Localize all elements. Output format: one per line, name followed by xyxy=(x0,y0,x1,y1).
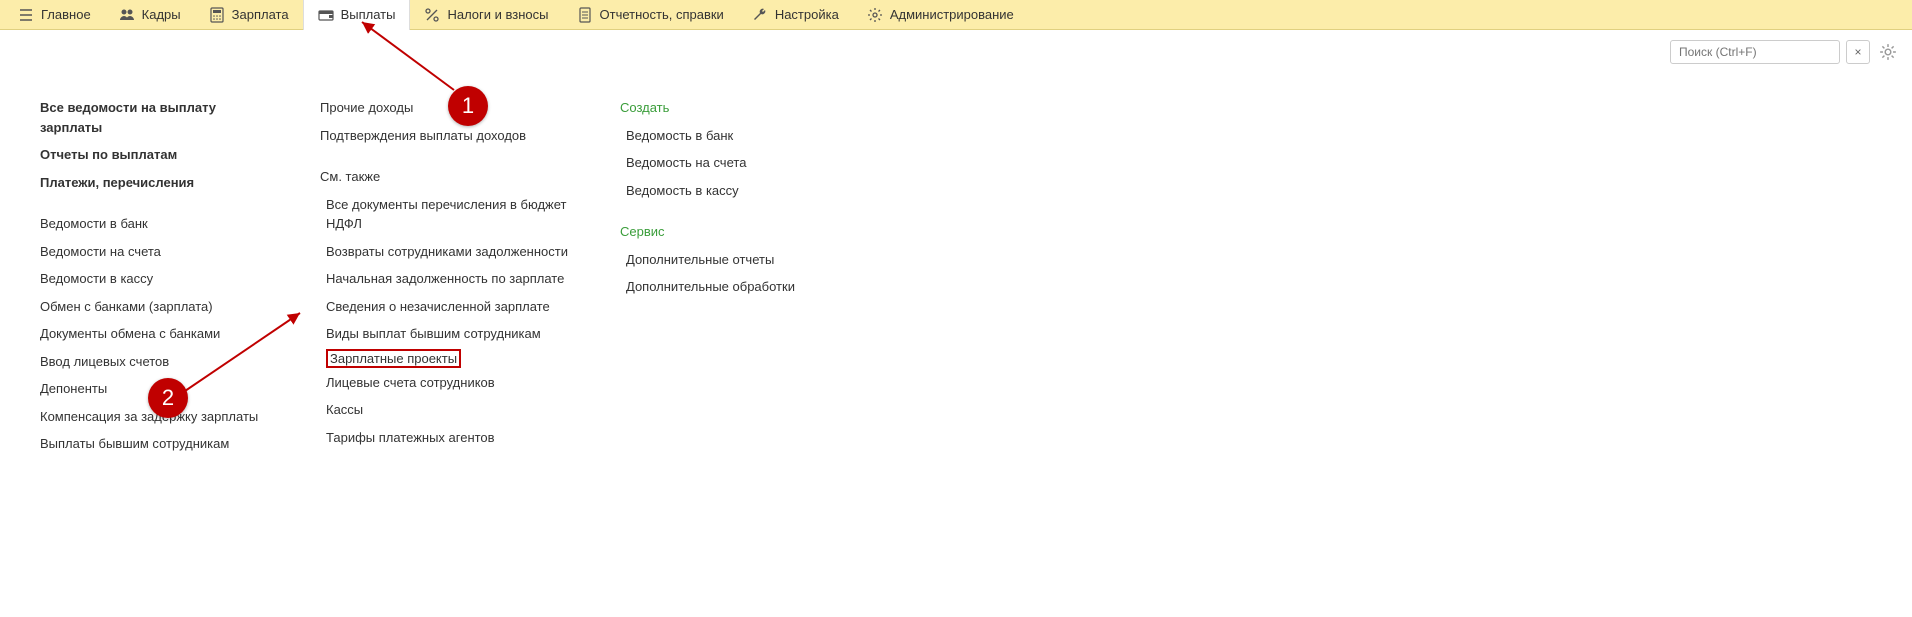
nav-former-types[interactable]: Виды выплат бывшим сотрудникам xyxy=(326,320,570,348)
tab-hr[interactable]: Кадры xyxy=(105,0,195,30)
nav-unaccrued[interactable]: Сведения о незачисленной зарплате xyxy=(326,293,570,321)
nav-bank-exchange[interactable]: Обмен с банками (зарплата) xyxy=(40,293,270,321)
nav-cashboxes[interactable]: Кассы xyxy=(326,396,570,424)
nav-tariffs[interactable]: Тарифы платежных агентов xyxy=(326,424,570,452)
tab-label: Настройка xyxy=(775,7,839,22)
create-cash-sheet[interactable]: Ведомость в кассу xyxy=(626,177,820,205)
tab-label: Кадры xyxy=(142,7,181,22)
nav-all-sheets[interactable]: Все ведомости на выплату зарплаты xyxy=(40,94,270,141)
nav-account-sheets[interactable]: Ведомости на счета xyxy=(40,238,270,266)
nav-salary-projects-highlighted[interactable]: Зарплатные проекты xyxy=(326,349,461,368)
create-account-sheet[interactable]: Ведомость на счета xyxy=(626,149,820,177)
nav-personal-acc[interactable]: Лицевые счета сотрудников xyxy=(326,369,570,397)
nav-cash-sheets[interactable]: Ведомости в кассу xyxy=(40,265,270,293)
wallet-icon xyxy=(318,7,334,23)
tab-label: Зарплата xyxy=(232,7,289,22)
nav-bank-sheets[interactable]: Ведомости в банк xyxy=(40,210,270,238)
gear-icon xyxy=(867,7,883,23)
tab-admin[interactable]: Администрирование xyxy=(853,0,1028,30)
navigation-columns: Все ведомости на выплату зарплаты Отчеты… xyxy=(12,64,1900,468)
search-clear-button[interactable]: × xyxy=(1846,40,1870,64)
document-icon xyxy=(577,7,593,23)
calculator-icon xyxy=(209,7,225,23)
create-section-title: Создать xyxy=(620,94,820,122)
tab-label: Администрирование xyxy=(890,7,1014,22)
service-section-title: Сервис xyxy=(620,218,820,246)
tab-reports[interactable]: Отчетность, справки xyxy=(563,0,738,30)
create-bank-sheet[interactable]: Ведомость в банк xyxy=(626,122,820,150)
service-add-processing[interactable]: Дополнительные обработки xyxy=(626,273,820,301)
tab-salary[interactable]: Зарплата xyxy=(195,0,303,30)
see-also-title: См. также xyxy=(320,163,570,191)
nav-ndfl-docs[interactable]: Все документы перечисления в бюджет НДФЛ xyxy=(326,191,570,238)
callout-2: 2 xyxy=(148,378,188,418)
nav-payment-reports[interactable]: Отчеты по выплатам xyxy=(40,141,270,169)
people-icon xyxy=(119,7,135,23)
service-add-reports[interactable]: Дополнительные отчеты xyxy=(626,246,820,274)
percent-icon xyxy=(424,7,440,23)
nav-other-income[interactable]: Прочие доходы xyxy=(320,94,570,122)
nav-initial-debt[interactable]: Начальная задолженность по зарплате xyxy=(326,265,570,293)
nav-income-confirm[interactable]: Подтверждения выплаты доходов xyxy=(320,122,570,150)
tab-label: Налоги и взносы xyxy=(447,7,548,22)
callout-1: 1 xyxy=(448,86,488,126)
tab-settings[interactable]: Настройка xyxy=(738,0,853,30)
nav-former-payments[interactable]: Выплаты бывшим сотрудникам xyxy=(40,430,270,458)
tab-label: Главное xyxy=(41,7,91,22)
nav-returns[interactable]: Возвраты сотрудниками задолженности xyxy=(326,238,570,266)
main-toolbar: Главное Кадры Зарплата Выплаты Налоги и … xyxy=(0,0,1912,30)
column-2: Прочие доходы Подтверждения выплаты дохо… xyxy=(320,94,570,458)
tab-main[interactable]: Главное xyxy=(4,0,105,30)
nav-bank-docs[interactable]: Документы обмена с банками xyxy=(40,320,270,348)
tab-taxes[interactable]: Налоги и взносы xyxy=(410,0,562,30)
nav-transfers[interactable]: Платежи, перечисления xyxy=(40,169,270,197)
column-3: Создать Ведомость в банк Ведомость на сч… xyxy=(620,94,820,458)
search-input[interactable] xyxy=(1670,40,1840,64)
search-row: × xyxy=(12,40,1900,64)
nav-personal-accounts[interactable]: Ввод лицевых счетов xyxy=(40,348,270,376)
tab-label: Отчетность, справки xyxy=(600,7,724,22)
settings-gear-button[interactable] xyxy=(1876,40,1900,64)
content-area: × Все ведомости на выплату зарплаты Отче… xyxy=(0,30,1912,478)
tab-payments[interactable]: Выплаты xyxy=(303,0,411,30)
tab-label: Выплаты xyxy=(341,7,396,22)
wrench-icon xyxy=(752,7,768,23)
hamburger-icon xyxy=(18,7,34,23)
